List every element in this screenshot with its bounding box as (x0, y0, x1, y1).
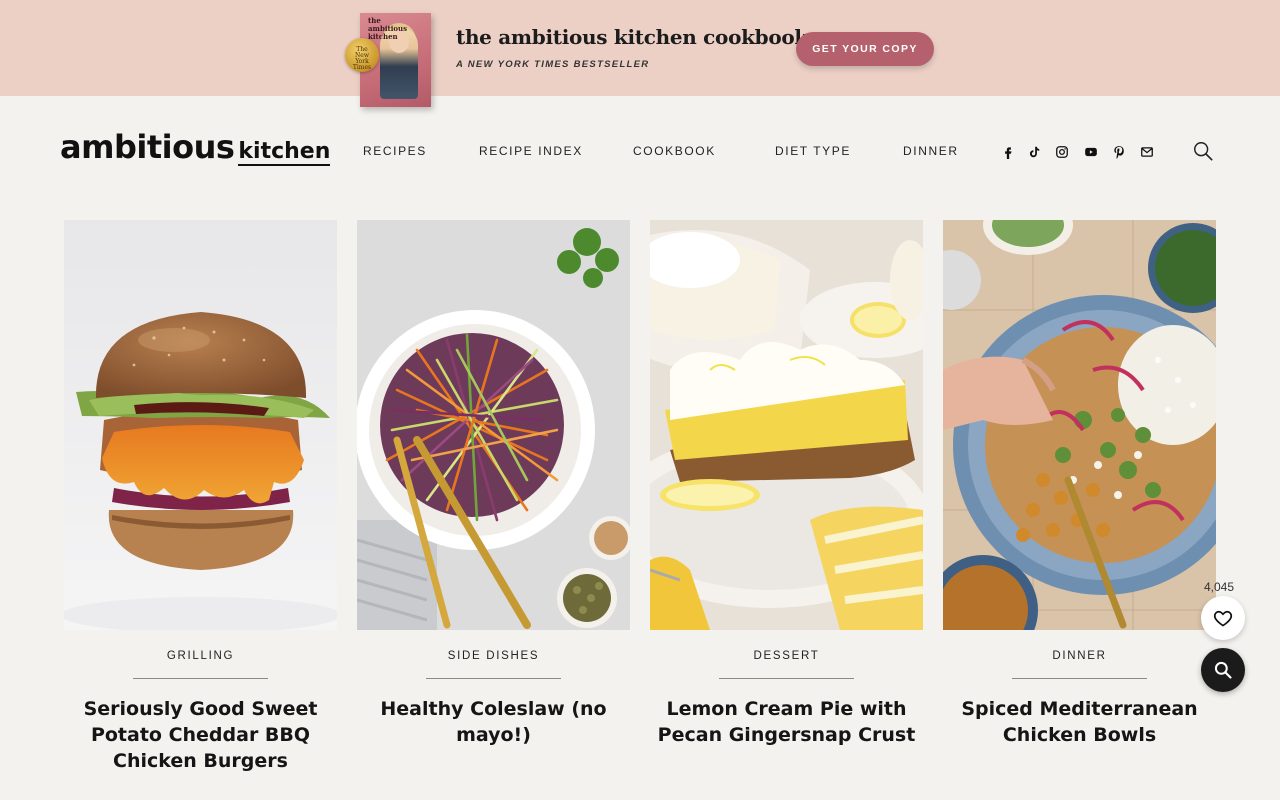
card-divider (1012, 678, 1147, 679)
logo-sub-text: kitchen (238, 139, 331, 166)
card-title[interactable]: Lemon Cream Pie with Pecan Gingersnap Cr… (646, 696, 927, 748)
instagram-icon[interactable] (1054, 144, 1070, 160)
nav-recipe-index[interactable]: RECIPE INDEX (479, 144, 583, 158)
logo-main-text: ambitious (60, 128, 235, 166)
floating-search-button[interactable] (1201, 648, 1245, 692)
search-icon[interactable] (1192, 140, 1214, 162)
mediterranean-bowl-photo[interactable] (943, 220, 1216, 630)
promo-banner: the ambitious kitchen The New York Times… (0, 0, 1280, 107)
lemon-pie-photo[interactable] (650, 220, 923, 630)
cover-title: the ambitious kitchen (368, 16, 408, 41)
tiktok-icon[interactable] (1026, 144, 1042, 160)
bestseller-seal: The New York Times (345, 38, 379, 72)
seal-text: The New York Times (352, 46, 372, 71)
promo-title[interactable]: the ambitious kitchen cookbook (456, 25, 808, 49)
nav-cookbook[interactable]: COOKBOOK (633, 144, 716, 158)
email-icon[interactable] (1139, 144, 1155, 160)
pinterest-icon[interactable] (1111, 144, 1127, 160)
nav-dinner[interactable]: DINNER (903, 144, 959, 158)
card-category[interactable]: DINNER (943, 650, 1216, 662)
promo-subtitle: A NEW YORK TIMES BESTSELLER (456, 59, 650, 70)
card-divider (133, 678, 268, 679)
favorite-button[interactable] (1201, 596, 1245, 640)
facebook-icon[interactable] (1000, 144, 1016, 160)
nav-recipes[interactable]: RECIPES (363, 144, 427, 158)
card-category[interactable]: DESSERT (650, 650, 923, 662)
youtube-icon[interactable] (1083, 144, 1099, 160)
heart-icon (1213, 608, 1233, 628)
card-title[interactable]: Seriously Good Sweet Potato Cheddar BBQ … (60, 696, 341, 774)
card-title[interactable]: Spiced Mediterranean Chicken Bowls (939, 696, 1220, 748)
get-your-copy-button[interactable]: GET YOUR COPY (796, 32, 934, 66)
coleslaw-photo[interactable] (357, 220, 630, 630)
card-title[interactable]: Healthy Coleslaw (no mayo!) (353, 696, 634, 748)
card-divider (426, 678, 561, 679)
burger-photo[interactable] (64, 220, 337, 630)
site-logo[interactable]: ambitious kitchen (60, 128, 331, 166)
card-divider (719, 678, 854, 679)
favorites-count: 4,045 (1203, 580, 1235, 594)
search-icon (1213, 660, 1233, 680)
card-category[interactable]: SIDE DISHES (357, 650, 630, 662)
card-category[interactable]: GRILLING (64, 650, 337, 662)
nav-diet-type[interactable]: DIET TYPE (775, 144, 851, 158)
